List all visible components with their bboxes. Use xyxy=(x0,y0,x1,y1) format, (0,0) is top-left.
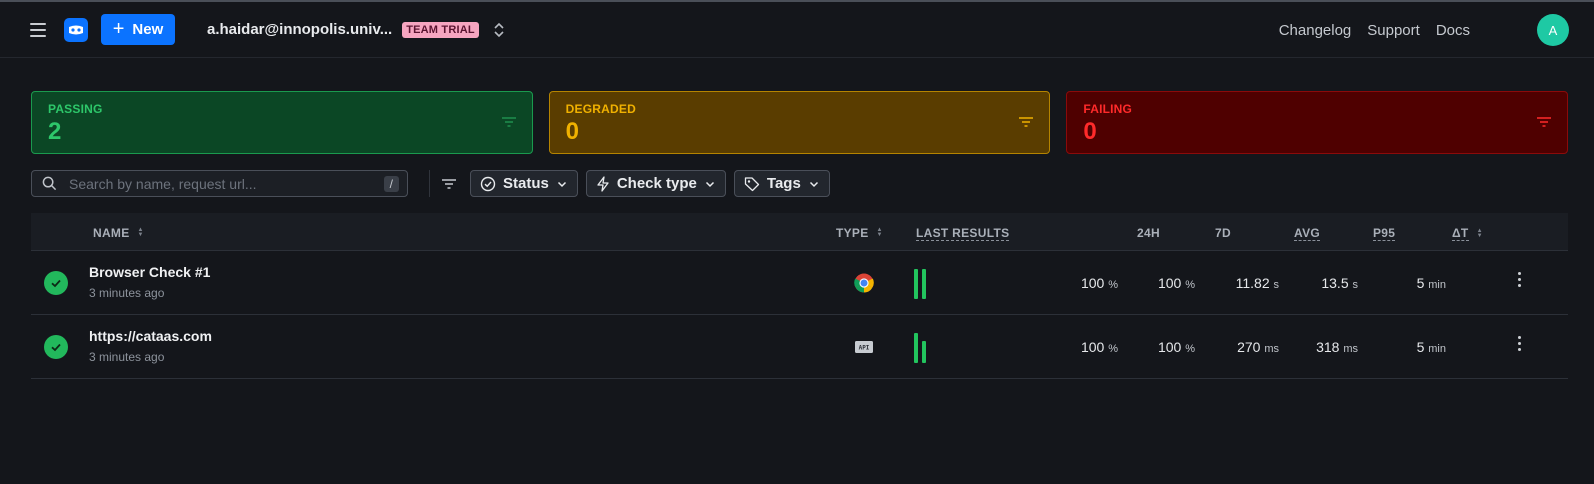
checkly-logo-icon[interactable] xyxy=(64,17,88,42)
col-avg: AVG xyxy=(1294,226,1321,241)
degraded-label: DEGRADED xyxy=(565,102,636,116)
degraded-card[interactable]: DEGRADED 0 xyxy=(548,91,1051,154)
col-7d: 7D xyxy=(1215,226,1231,240)
docs-link[interactable]: Docs xyxy=(1436,22,1470,39)
p95-response: 13.5 s xyxy=(1321,275,1358,291)
col-24h-label: 24H xyxy=(1137,226,1160,240)
passing-status-icon xyxy=(44,335,68,359)
status-filter-button[interactable]: Status xyxy=(470,170,578,197)
last-results-bars[interactable] xyxy=(914,333,926,363)
more-vertical-icon[interactable] xyxy=(1518,272,1521,287)
bolt-icon xyxy=(597,175,609,192)
check-circle-icon xyxy=(480,176,496,191)
result-bar[interactable] xyxy=(914,333,918,363)
account-switcher-icon[interactable] xyxy=(493,22,505,38)
filter-bar: / Status Check type Tags xyxy=(31,170,838,197)
more-vertical-icon[interactable] xyxy=(1518,336,1521,351)
check-frequency: 5 min xyxy=(1416,275,1446,291)
passing-label: PASSING xyxy=(48,102,103,116)
check-updated: 3 minutes ago xyxy=(89,286,165,300)
col-last-results: LAST RESULTS xyxy=(916,226,1010,241)
col-p95-label: P95 xyxy=(1373,226,1396,241)
chevron-down-icon xyxy=(809,181,818,187)
tags-filter-label: Tags xyxy=(766,175,801,192)
col-type-label: TYPE xyxy=(836,226,869,240)
result-bar[interactable] xyxy=(922,341,926,363)
uptime-7d: 100 % xyxy=(1157,339,1195,355)
menu-icon[interactable] xyxy=(30,22,46,37)
col-p95: P95 xyxy=(1373,226,1396,241)
col-7d-label: 7D xyxy=(1215,226,1231,240)
failing-count: 0 xyxy=(1083,118,1097,145)
failing-card[interactable]: FAILING 0 xyxy=(1066,91,1569,154)
top-nav: Changelog Support Docs xyxy=(1279,2,1470,58)
search-shortcut: / xyxy=(383,175,399,192)
chrome-icon xyxy=(854,273,874,293)
check-frequency: 5 min xyxy=(1416,339,1446,355)
chevron-down-icon xyxy=(705,181,714,187)
failing-label: FAILING xyxy=(1083,102,1133,116)
avg-response: 11.82 s xyxy=(1235,275,1279,291)
filter-icon[interactable] xyxy=(501,117,516,127)
api-icon: API xyxy=(855,341,873,353)
support-link[interactable]: Support xyxy=(1367,22,1420,39)
search-icon xyxy=(42,176,57,191)
check-type-filter-button[interactable]: Check type xyxy=(585,170,726,197)
col-last-results-label: LAST RESULTS xyxy=(916,226,1010,241)
search-input[interactable] xyxy=(69,175,372,192)
status-filter-label: Status xyxy=(503,175,549,192)
check-name[interactable]: https://cataas.com xyxy=(89,328,212,344)
filter-icon[interactable] xyxy=(1537,117,1552,127)
new-button[interactable]: + New xyxy=(101,14,175,45)
plus-icon: + xyxy=(112,17,125,40)
tags-filter-button[interactable]: Tags xyxy=(733,170,830,197)
col-type[interactable]: TYPE ▲ ▼ xyxy=(836,226,883,240)
uptime-24h: 100 % xyxy=(1080,339,1118,355)
table-header: NAME ▲ ▼ TYPE ▲ ▼ LAST RESULTS 24H 7D AVG … xyxy=(31,213,1568,251)
search-box: / xyxy=(31,170,408,197)
passing-card[interactable]: PASSING 2 xyxy=(31,91,533,154)
svg-text:API: API xyxy=(859,345,870,352)
sort-icon[interactable]: ▲ ▼ xyxy=(1477,228,1483,239)
check-type-filter-label: Check type xyxy=(616,175,697,192)
status-summary: PASSING 2 DEGRADED 0 FAILING 0 xyxy=(31,91,1569,154)
avatar[interactable]: A xyxy=(1537,14,1569,46)
col-avg-label: AVG xyxy=(1294,226,1321,241)
plan-badge: TEAM TRIAL xyxy=(402,21,479,38)
col-name[interactable]: NAME ▲ ▼ xyxy=(93,226,144,240)
col-delta-t-label: ΔT xyxy=(1452,226,1469,241)
p95-response: 318 ms xyxy=(1316,339,1358,355)
passing-status-icon xyxy=(44,271,68,295)
chevron-down-icon xyxy=(557,181,566,187)
avg-response: 270 ms xyxy=(1237,339,1279,355)
uptime-7d: 100 % xyxy=(1157,275,1195,291)
tag-icon xyxy=(744,176,760,191)
check-updated: 3 minutes ago xyxy=(89,350,165,364)
check-name[interactable]: Browser Check #1 xyxy=(89,264,210,280)
table-row[interactable]: https://cataas.com 3 minutes ago API 100… xyxy=(31,315,1568,379)
table-row[interactable]: Browser Check #1 3 minutes ago 100 % 100… xyxy=(31,251,1568,315)
changelog-link[interactable]: Changelog xyxy=(1279,22,1352,39)
last-results-bars[interactable] xyxy=(914,269,926,299)
result-bar[interactable] xyxy=(922,269,926,299)
top-bar: + New a.haidar@innopolis.univ... TEAM TR… xyxy=(0,2,1594,58)
passing-count: 2 xyxy=(48,118,62,145)
filter-icon[interactable] xyxy=(1019,117,1034,127)
new-button-label: New xyxy=(132,21,164,38)
degraded-count: 0 xyxy=(565,118,580,145)
col-name-label: NAME xyxy=(93,226,130,240)
col-delta-t[interactable]: ΔT ▲ ▼ xyxy=(1452,226,1483,241)
sort-icon[interactable]: ▲ ▼ xyxy=(877,227,883,238)
checks-table: NAME ▲ ▼ TYPE ▲ ▼ LAST RESULTS 24H 7D AVG … xyxy=(31,213,1568,379)
sort-icon[interactable]: ▲ ▼ xyxy=(138,227,144,238)
uptime-24h: 100 % xyxy=(1080,275,1118,291)
result-bar[interactable] xyxy=(914,269,918,299)
divider xyxy=(429,170,430,197)
col-24h: 24H xyxy=(1137,226,1160,240)
account-name[interactable]: a.haidar@innopolis.univ... xyxy=(207,21,392,38)
filter-icon[interactable] xyxy=(442,178,456,189)
